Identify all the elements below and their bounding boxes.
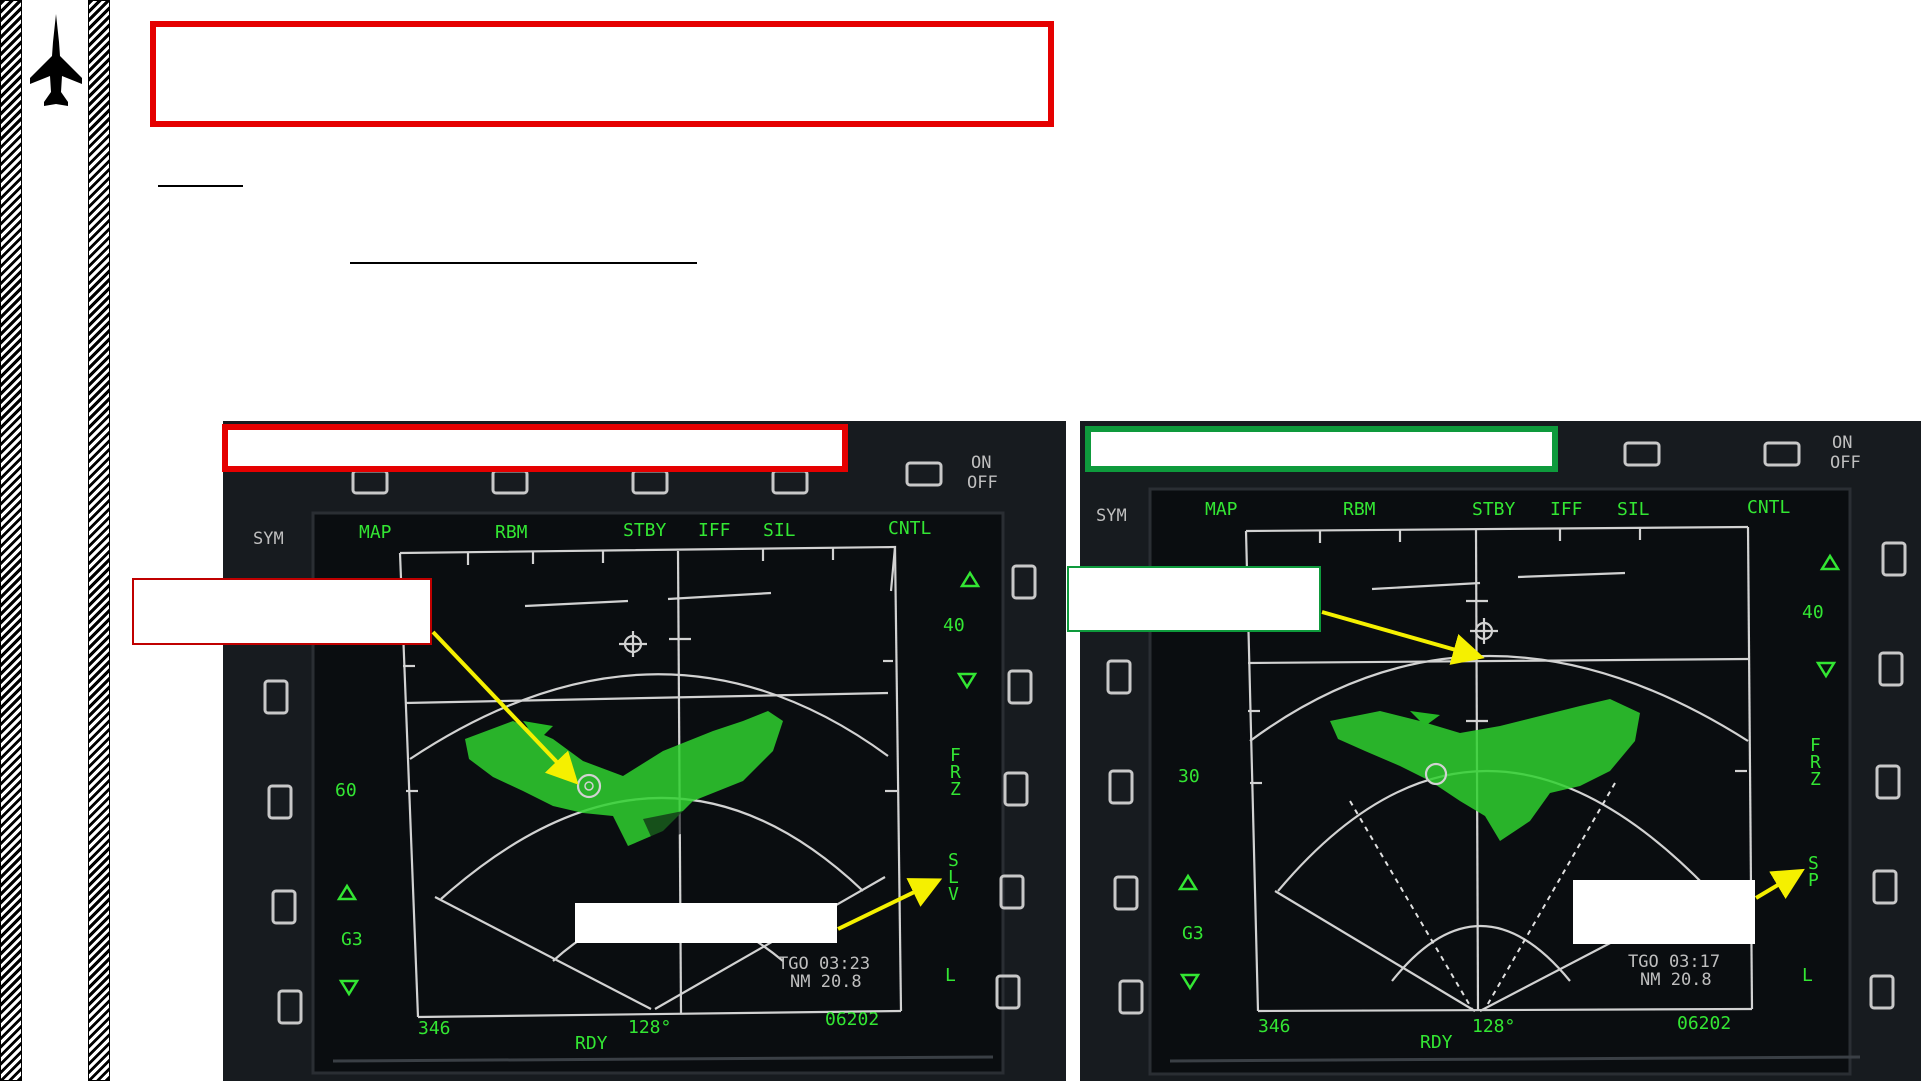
arrow-right-bottom	[1754, 868, 1805, 900]
arrow-left-bottom	[837, 878, 943, 931]
arrow-right-top	[1321, 610, 1485, 665]
arrow-left-top	[431, 630, 579, 785]
callout-arrows	[431, 610, 1805, 931]
